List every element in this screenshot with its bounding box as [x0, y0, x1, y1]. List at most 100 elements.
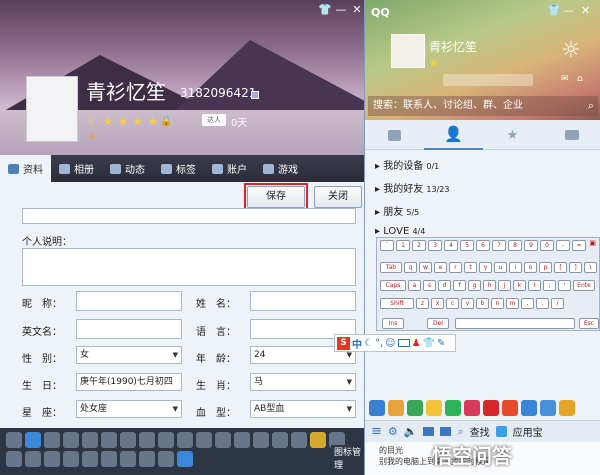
- tab-tags[interactable]: 标签: [153, 155, 204, 182]
- key-row2-12[interactable]: ]: [569, 262, 582, 273]
- key-row2-7[interactable]: u: [494, 262, 507, 273]
- key-row3-2[interactable]: s: [423, 280, 436, 291]
- close-window-icon[interactable]: ✕: [350, 3, 364, 17]
- group-friends[interactable]: ▸ 朋友 5/5: [375, 203, 419, 218]
- key-row3-0[interactable]: Caps: [380, 280, 406, 291]
- minimize-icon[interactable]: —: [334, 3, 348, 17]
- key-row3-1[interactable]: a: [408, 280, 421, 291]
- keyboard-close-icon[interactable]: ▣: [589, 239, 596, 247]
- key-row1-3[interactable]: 3: [428, 240, 442, 251]
- group-love[interactable]: ▸ LOVE 4/4: [375, 226, 425, 237]
- tab-account[interactable]: 账户: [204, 155, 255, 182]
- tab-feed[interactable]: 动态: [102, 155, 153, 182]
- save-button[interactable]: 保存: [247, 186, 305, 208]
- file-icon[interactable]: [440, 427, 452, 436]
- badge-icon[interactable]: [196, 432, 212, 448]
- key-row2-9[interactable]: o: [524, 262, 537, 273]
- badge-icon[interactable]: [44, 432, 60, 448]
- badge-icon[interactable]: [44, 451, 60, 467]
- group-my-devices[interactable]: ▸ 我的设备 0/1: [375, 157, 439, 172]
- previous-field[interactable]: [22, 208, 356, 224]
- key-space[interactable]: [455, 318, 575, 329]
- key-row2-13[interactable]: \: [584, 262, 597, 273]
- badge-icon[interactable]: [158, 432, 174, 448]
- ime-keyboard-icon[interactable]: [397, 339, 410, 347]
- badge-icon[interactable]: [101, 432, 117, 448]
- badge-icon[interactable]: [101, 451, 117, 467]
- key-row1-10[interactable]: 0: [540, 240, 554, 251]
- key-ins[interactable]: Ins: [382, 318, 404, 329]
- key-row1-12[interactable]: =: [572, 240, 586, 251]
- key-row4-8[interactable]: ,: [521, 298, 534, 309]
- key-row1-9[interactable]: 9: [524, 240, 538, 251]
- key-row2-1[interactable]: q: [404, 262, 417, 273]
- tab-games[interactable]: 游戏: [255, 155, 306, 182]
- tab-profile[interactable]: 资料: [0, 155, 51, 182]
- volume-icon[interactable]: 🔈: [404, 425, 418, 438]
- ime-emoji-icon[interactable]: ☺: [385, 338, 395, 349]
- blood-type-select[interactable]: AB型血 ▼: [250, 400, 356, 418]
- home-icon[interactable]: ⌂: [577, 74, 583, 84]
- key-row3-4[interactable]: f: [453, 280, 466, 291]
- badge-icon[interactable]: [139, 451, 155, 467]
- badge-icon[interactable]: [6, 432, 22, 448]
- badge-icon[interactable]: [25, 451, 41, 467]
- key-row2-0[interactable]: Tab: [380, 262, 402, 273]
- badge-icon[interactable]: [234, 432, 250, 448]
- ime-tools-icon[interactable]: ✎: [437, 338, 445, 349]
- app-icon[interactable]: [559, 400, 575, 416]
- key-row2-8[interactable]: i: [509, 262, 522, 273]
- badge-icon[interactable]: [120, 451, 136, 467]
- key-row3-6[interactable]: h: [483, 280, 496, 291]
- ime-user-icon[interactable]: ♟: [412, 338, 421, 349]
- badge-icon[interactable]: [63, 451, 79, 467]
- key-row2-10[interactable]: p: [539, 262, 552, 273]
- key-row4-3[interactable]: c: [446, 298, 459, 309]
- key-row4-2[interactable]: x: [431, 298, 444, 309]
- badge-icon[interactable]: [177, 451, 193, 467]
- personal-desc-field[interactable]: [22, 248, 356, 286]
- badge-icon[interactable]: [177, 432, 193, 448]
- tab-contacts[interactable]: 👤: [424, 120, 483, 150]
- key-row2-11[interactable]: [: [554, 262, 567, 273]
- nickname-field[interactable]: [76, 291, 182, 311]
- skin-icon[interactable]: 👕: [547, 4, 561, 17]
- close-window-icon[interactable]: ✕: [581, 4, 590, 17]
- app-icon[interactable]: [445, 400, 461, 416]
- constellation-select[interactable]: 处女座 ▼: [76, 400, 182, 418]
- key-row1-0[interactable]: `: [380, 240, 394, 251]
- key-row4-4[interactable]: v: [461, 298, 474, 309]
- badge-icon[interactable]: [139, 432, 155, 448]
- settings-gear-icon[interactable]: ⚙: [388, 425, 398, 438]
- name-field[interactable]: [250, 291, 356, 311]
- key-row3-8[interactable]: k: [513, 280, 526, 291]
- app-icon[interactable]: [502, 400, 518, 416]
- tab-messages[interactable]: [365, 120, 424, 150]
- badge-icon[interactable]: [291, 432, 307, 448]
- contact-search[interactable]: 搜索：联系人、讨论组、群、企业 ⌕: [368, 96, 598, 116]
- badge-icon[interactable]: [6, 451, 22, 467]
- weather-sun-icon[interactable]: ☼: [561, 38, 581, 63]
- badge-icon[interactable]: [63, 432, 79, 448]
- app-icon[interactable]: [426, 400, 442, 416]
- badge-icon[interactable]: [25, 432, 41, 448]
- key-row3-7[interactable]: j: [498, 280, 511, 291]
- key-row4-9[interactable]: .: [536, 298, 549, 309]
- tab-groups[interactable]: [542, 120, 600, 150]
- app-icon[interactable]: [407, 400, 423, 416]
- app-icon[interactable]: [483, 400, 499, 416]
- sogou-logo-icon[interactable]: S: [337, 336, 350, 350]
- key-row1-1[interactable]: 1: [396, 240, 410, 251]
- app-icon[interactable]: [521, 400, 537, 416]
- key-row1-11[interactable]: -: [556, 240, 570, 251]
- key-row4-0[interactable]: Shift: [380, 298, 414, 309]
- key-row2-2[interactable]: w: [419, 262, 432, 273]
- qq-avatar[interactable]: [391, 34, 425, 68]
- key-row4-6[interactable]: n: [491, 298, 504, 309]
- key-row1-6[interactable]: 6: [476, 240, 490, 251]
- badge-icon[interactable]: [82, 432, 98, 448]
- badge-icon[interactable]: [120, 432, 136, 448]
- key-row2-5[interactable]: t: [464, 262, 477, 273]
- tab-album[interactable]: 相册: [51, 155, 102, 182]
- ime-punct-icon[interactable]: °,: [375, 338, 383, 349]
